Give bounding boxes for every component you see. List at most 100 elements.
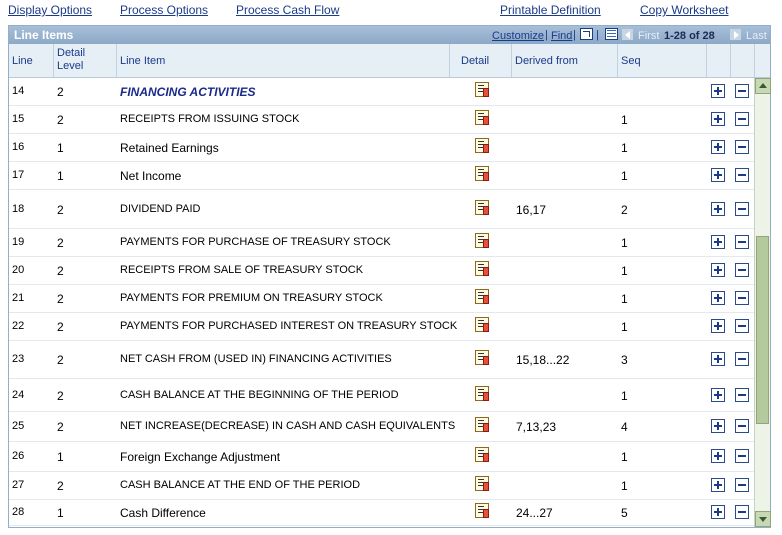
download-grid-icon[interactable] (605, 28, 618, 40)
delete-row-button[interactable] (735, 419, 749, 433)
delete-row-button[interactable] (735, 168, 749, 182)
derived-from: 7,13,23 (516, 420, 557, 434)
detail-icon[interactable] (475, 317, 489, 332)
process-cash-flow-link[interactable]: Process Cash Flow (236, 3, 339, 17)
last-arrow-icon[interactable] (730, 29, 741, 40)
sequence: 4 (621, 420, 628, 434)
line-number: 14 (12, 85, 25, 97)
grid-header: Line Detail Level Line Item Detail Deriv… (9, 44, 770, 78)
delete-row-button[interactable] (735, 478, 749, 492)
copy-worksheet-link[interactable]: Copy Worksheet (640, 3, 728, 17)
line-item-label: Foreign Exchange Adjustment (120, 450, 281, 464)
add-row-button[interactable] (711, 263, 725, 277)
table-row: 14 2 FINANCING ACTIVITIES (9, 78, 754, 106)
sequence: 1 (621, 169, 628, 183)
line-number: 18 (12, 203, 25, 215)
add-row-button[interactable] (711, 449, 725, 463)
row-range: 1-28 of 28 (664, 30, 715, 42)
scroll-thumb[interactable] (756, 236, 769, 424)
line-number: 24 (12, 389, 25, 401)
detail-icon[interactable] (475, 82, 489, 97)
find-link[interactable]: Find (551, 30, 572, 42)
column-seq[interactable]: Seq (621, 55, 641, 68)
column-line[interactable]: Line (12, 55, 33, 68)
last-link[interactable]: Last (746, 30, 767, 42)
add-row-button[interactable] (711, 140, 725, 154)
line-number: 21 (12, 292, 25, 304)
line-item-label: RECEIPTS FROM ISSUING STOCK (120, 113, 300, 125)
line-item-label: PAYMENTS FOR PREMIUM ON TREASURY STOCK (120, 292, 383, 304)
detail-icon[interactable] (475, 447, 489, 462)
detail-icon[interactable] (475, 386, 489, 401)
process-options-link[interactable]: Process Options (120, 3, 208, 17)
add-row-button[interactable] (711, 112, 725, 126)
delete-row-button[interactable] (735, 202, 749, 216)
delete-row-button[interactable] (735, 388, 749, 402)
first-arrow-icon[interactable] (622, 29, 633, 40)
sequence: 3 (621, 353, 628, 367)
delete-row-button[interactable] (735, 505, 749, 519)
add-row-button[interactable] (711, 388, 725, 402)
line-number: 26 (12, 450, 25, 462)
detail-icon[interactable] (475, 261, 489, 276)
line-number: 15 (12, 113, 25, 125)
sequence: 1 (621, 292, 628, 306)
detail-icon[interactable] (475, 110, 489, 125)
detail-level: 1 (57, 169, 64, 183)
detail-level: 2 (57, 479, 64, 493)
delete-row-button[interactable] (735, 140, 749, 154)
line-item-label: RECEIPTS FROM SALE OF TREASURY STOCK (120, 264, 364, 276)
scroll-up-icon[interactable] (755, 78, 771, 94)
column-detail-level[interactable]: Detail Level (57, 47, 105, 73)
detail-icon[interactable] (475, 503, 489, 518)
sequence: 1 (621, 389, 628, 403)
customize-link[interactable]: Customize (492, 30, 544, 42)
add-row-button[interactable] (711, 419, 725, 433)
delete-row-button[interactable] (735, 112, 749, 126)
table-row: 19 2 PAYMENTS FOR PURCHASE OF TREASURY STO… (9, 229, 754, 257)
delete-row-button[interactable] (735, 263, 749, 277)
delete-row-button[interactable] (735, 449, 749, 463)
detail-icon[interactable] (475, 417, 489, 432)
column-line-item[interactable]: Line Item (120, 55, 165, 68)
add-row-button[interactable] (711, 84, 725, 98)
column-derived-from[interactable]: Derived from (515, 55, 578, 68)
detail-icon[interactable] (475, 233, 489, 248)
delete-row-button[interactable] (735, 235, 749, 249)
delete-row-button[interactable] (735, 319, 749, 333)
add-row-button[interactable] (711, 235, 725, 249)
sequence: 2 (621, 203, 628, 217)
detail-level: 2 (57, 264, 64, 278)
add-row-button[interactable] (711, 478, 725, 492)
add-row-button[interactable] (711, 291, 725, 305)
detail-icon[interactable] (475, 166, 489, 181)
delete-row-button[interactable] (735, 291, 749, 305)
scroll-down-icon[interactable] (755, 511, 771, 527)
line-number: 16 (12, 141, 25, 153)
add-row-button[interactable] (711, 505, 725, 519)
detail-icon[interactable] (475, 289, 489, 304)
delete-row-button[interactable] (735, 84, 749, 98)
detail-icon[interactable] (475, 200, 489, 215)
add-row-button[interactable] (711, 319, 725, 333)
column-detail[interactable]: Detail (461, 55, 489, 68)
first-link[interactable]: First (638, 30, 659, 42)
table-row: 28 1 Cash Difference 24...27 5 (9, 500, 754, 526)
detail-icon[interactable] (475, 476, 489, 491)
sequence: 1 (621, 479, 628, 493)
grid-scrollbar[interactable] (754, 78, 771, 527)
detail-icon[interactable] (475, 350, 489, 365)
table-row: 25 2 NET INCREASE(DECREASE) IN CASH AND CA… (9, 412, 754, 442)
table-row: 15 2 RECEIPTS FROM ISSUING STOCK 1 (9, 106, 754, 134)
sequence: 1 (621, 450, 628, 464)
zoom-icon[interactable] (580, 28, 593, 40)
display-options-link[interactable]: Display Options (8, 3, 92, 17)
delete-row-button[interactable] (735, 352, 749, 366)
add-row-button[interactable] (711, 168, 725, 182)
table-row: 17 1 Net Income 1 (9, 162, 754, 190)
add-row-button[interactable] (711, 202, 725, 216)
grid-title: Line Items (14, 28, 74, 42)
printable-definition-link[interactable]: Printable Definition (500, 3, 601, 17)
detail-icon[interactable] (475, 138, 489, 153)
add-row-button[interactable] (711, 352, 725, 366)
